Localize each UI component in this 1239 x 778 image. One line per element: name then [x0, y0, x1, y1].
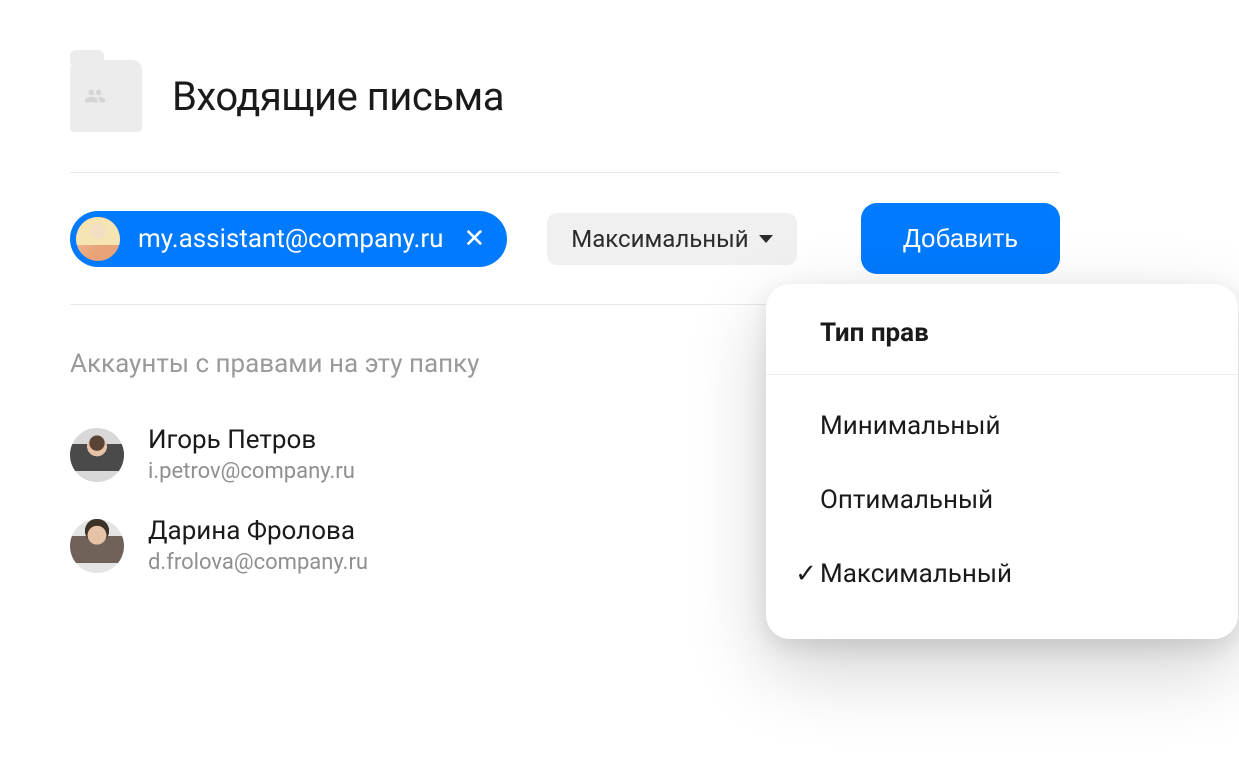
permission-select-value: Максимальный	[571, 225, 748, 253]
avatar	[76, 217, 120, 261]
avatar	[70, 519, 124, 573]
account-info: Дарина Фролова d.frolova@company.ru	[148, 516, 368, 575]
panel-header: Входящие письма	[70, 60, 1060, 132]
page-title: Входящие письма	[172, 73, 504, 120]
chip-remove-icon[interactable]: ✕	[461, 226, 487, 252]
people-icon	[82, 85, 108, 107]
dropdown-title: Тип прав	[766, 284, 1238, 375]
dropdown-option-minimal[interactable]: Минимальный	[766, 389, 1238, 463]
permission-dropdown: Тип прав Минимальный Оптимальный ✓ Макси…	[766, 284, 1238, 639]
user-chip[interactable]: my.assistant@company.ru ✕	[70, 211, 507, 267]
avatar	[70, 428, 124, 482]
permission-select[interactable]: Максимальный	[547, 213, 796, 265]
account-email: d.frolova@company.ru	[148, 550, 368, 575]
dropdown-option-label: Максимальный	[820, 559, 1184, 589]
add-button[interactable]: Добавить	[861, 203, 1060, 274]
shared-folder-icon	[70, 60, 142, 132]
chip-email: my.assistant@company.ru	[138, 224, 443, 254]
dropdown-option-label: Минимальный	[820, 411, 1184, 441]
account-email: i.petrov@company.ru	[148, 459, 355, 484]
account-name: Дарина Фролова	[148, 516, 368, 546]
dropdown-option-maximal[interactable]: ✓ Максимальный	[766, 537, 1238, 611]
account-info: Игорь Петров i.petrov@company.ru	[148, 425, 355, 484]
dropdown-option-label: Оптимальный	[820, 485, 1184, 515]
dropdown-options: Минимальный Оптимальный ✓ Максимальный	[766, 375, 1238, 639]
chevron-down-icon	[759, 235, 773, 243]
account-name: Игорь Петров	[148, 425, 355, 455]
check-icon: ✓	[792, 559, 820, 589]
dropdown-option-optimal[interactable]: Оптимальный	[766, 463, 1238, 537]
